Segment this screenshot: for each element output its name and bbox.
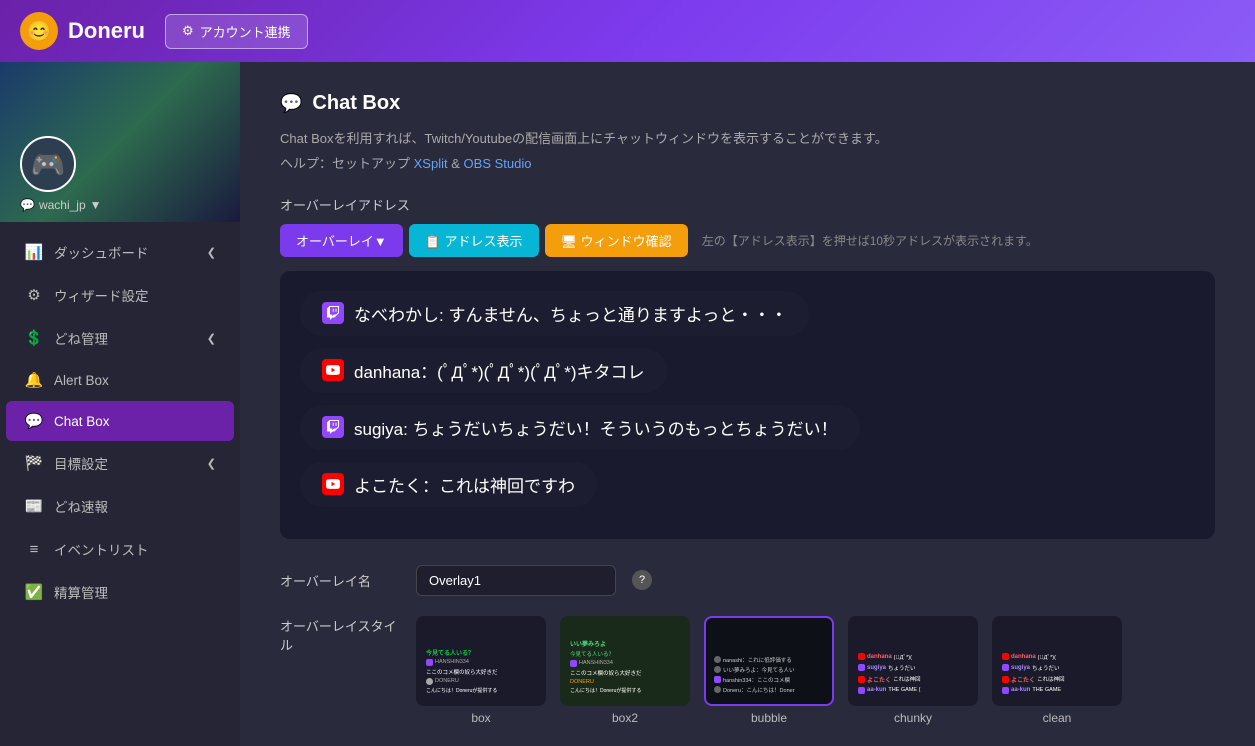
style-card-clean-label: clean [992,711,1122,725]
header: 😊 Doneru ⚙ アカウント連携 [0,0,1255,62]
tab-address-button[interactable]: 📋 アドレス表示 [409,224,539,257]
sidebar-item-event-list[interactable]: ≡ イベントリスト [6,528,234,570]
chevron-icon: ❮ [207,246,216,259]
list-icon: ≡ [24,541,44,558]
twitch-icon-2 [322,416,344,438]
sidebar-item-done-soku[interactable]: 📰 どね速報 [6,485,234,527]
overlay-style-label: オーバーレイスタイル [280,616,400,654]
logo-icon: 😊 [20,12,58,50]
sidebar-item-wizard[interactable]: ⚙ ウィザード設定 [6,274,234,316]
tab-overlay-button[interactable]: オーバーレイ▼ [280,224,403,257]
help-icon[interactable]: ? [632,570,652,590]
overlay-name-label: オーバーレイ名 [280,571,400,590]
sidebar-nav: 📊 ダッシュボード ❮ ⚙ ウィザード設定 💲 どね管理 ❮ 🔔 Alert B… [0,222,240,746]
style-cards: 今見てる人いる？ HANSHIN334 ここのコメ欄の奴ら大好きだ DONERU… [416,616,1122,725]
style-card-box2[interactable]: いい夢みろよ 今見てる人いる？ HANSHIN334 ここのコメ欄の奴ら大好きだ… [560,616,690,725]
style-card-chunky-label: chunky [848,711,978,725]
news-icon: 📰 [24,497,44,515]
content-area: 💬 Chat Box Chat Boxを利用すれば、Twitch/Youtube… [240,62,1255,746]
chat-message-1: なべわかし: すんません、ちょっと通りますよっと・・・ [300,291,809,336]
sidebar-username: 💬 wachi_jp ▼ [20,198,102,212]
sidebar-item-dashboard[interactable]: 📊 ダッシュボード ❮ [6,231,234,273]
sidebar-item-done-mgmt[interactable]: 💲 どね管理 ❮ [6,317,234,359]
youtube-icon [322,359,344,381]
page-desc: Chat Boxを利用すれば、Twitch/Youtubeの配信画面上にチャット… [280,129,1215,150]
account-link-button[interactable]: ⚙ アカウント連携 [165,14,308,49]
xsplit-link[interactable]: XSplit [414,156,448,171]
chevron-icon: ❮ [207,332,216,345]
page-header: 💬 Chat Box [280,92,1215,115]
style-card-chunky-preview: danhana (ﾟДﾟ*)( sugiya ちょうだい よこたく [848,616,978,706]
style-card-box2-preview: いい夢みろよ 今見てる人いる？ HANSHIN334 ここのコメ欄の奴ら大好きだ… [560,616,690,706]
style-card-box-label: box [416,711,546,725]
chat-message-4: よこたく：これは神回ですわ [300,462,597,507]
overlay-style-row: オーバーレイスタイル 今見てる人いる？ HANSHIN334 ここのコメ欄の奴ら… [280,616,1215,725]
logo-area: 😊 Doneru [20,12,145,50]
sidebar-user: 🎮 💬 wachi_jp ▼ [0,62,240,222]
wizard-icon: ⚙ [24,286,44,304]
tab-hint: 左の【アドレス表示】を押せば10秒アドレスが表示されます。 [702,232,1038,249]
overlay-address-label: オーバーレイアドレス [280,195,1215,214]
youtube-icon-2 [322,473,344,495]
main-layout: 🎮 💬 wachi_jp ▼ 📊 ダッシュボード ❮ ⚙ ウィザード設定 💲 ど… [0,62,1255,746]
page-title: Chat Box [312,92,400,115]
chat-preview: なべわかし: すんません、ちょっと通りますよっと・・・ danhana：(ﾟДﾟ… [280,271,1215,539]
dashboard-icon: 📊 [24,243,44,261]
sidebar-item-goal[interactable]: 🏁 目標設定 ❮ [6,442,234,484]
chat-message-2: danhana：(ﾟДﾟ*)(ﾟДﾟ*)(ﾟДﾟ*)キタコレ [300,348,667,393]
style-card-chunky[interactable]: danhana (ﾟДﾟ*)( sugiya ちょうだい よこたく [848,616,978,725]
sidebar-item-alert-box[interactable]: 🔔 Alert Box [6,360,234,400]
page-help: ヘルプ：セットアップ XSplit & OBS Studio [280,154,1215,175]
chat-message-3: sugiya: ちょうだいちょうだい！そういうのもっとちょうだい！ [300,405,860,450]
tab-bar: オーバーレイ▼ 📋 アドレス表示 🖥 ウィンドウ確認 左の【アドレス表示】を押せ… [280,224,1215,257]
style-card-bubble[interactable]: nanashi：これに低評価する いい夢みろよ：今見てる人い hanshin33… [704,616,834,725]
chevron-icon: ❮ [207,457,216,470]
style-card-bubble-preview: nanashi：これに低評価する いい夢みろよ：今見てる人い hanshin33… [704,616,834,706]
style-card-box-preview: 今見てる人いる？ HANSHIN334 ここのコメ欄の奴ら大好きだ DONERU… [416,616,546,706]
style-card-box2-label: box2 [560,711,690,725]
twitch-icon [322,302,344,324]
check-icon: ✅ [24,583,44,601]
gear-icon: ⚙ [182,23,194,39]
page-title-icon: 💬 [280,93,302,114]
sidebar-item-accounting[interactable]: ✅ 精算管理 [6,571,234,613]
style-card-bubble-label: bubble [704,711,834,725]
style-card-clean[interactable]: danhana (ﾟДﾟ*)( sugiya ちょうだい よこたく [992,616,1122,725]
chat-icon: 💬 [24,412,44,430]
avatar: 🎮 [20,136,76,192]
style-card-box[interactable]: 今見てる人いる？ HANSHIN334 ここのコメ欄の奴ら大好きだ DONERU… [416,616,546,725]
overlay-name-input[interactable] [416,565,616,596]
done-mgmt-icon: 💲 [24,329,44,347]
sidebar-item-chat-box[interactable]: 💬 Chat Box [6,401,234,441]
alert-icon: 🔔 [24,371,44,389]
overlay-name-row: オーバーレイ名 ? [280,565,1215,596]
goal-icon: 🏁 [24,454,44,472]
tab-window-button[interactable]: 🖥 ウィンドウ確認 [545,224,688,257]
sidebar: 🎮 💬 wachi_jp ▼ 📊 ダッシュボード ❮ ⚙ ウィザード設定 💲 ど… [0,62,240,746]
logo-text: Doneru [68,18,145,44]
obs-link[interactable]: OBS Studio [464,156,532,171]
style-card-clean-preview: danhana (ﾟДﾟ*)( sugiya ちょうだい よこたく [992,616,1122,706]
